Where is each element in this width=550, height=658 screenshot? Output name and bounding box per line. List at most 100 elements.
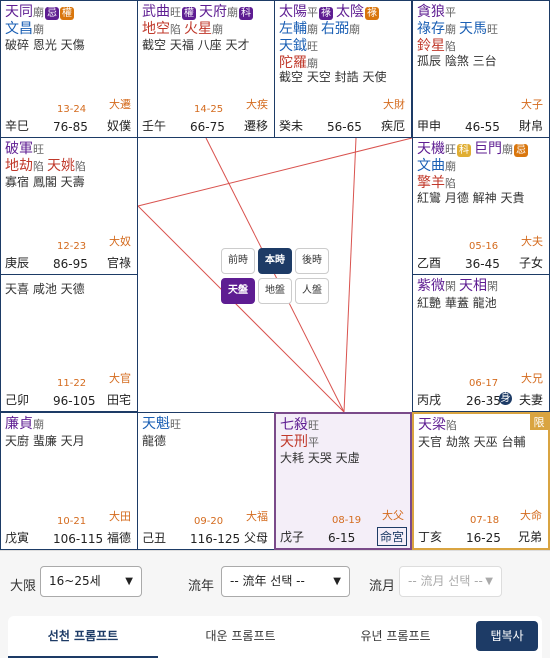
decade-label: 大遷 xyxy=(109,98,131,111)
copy-tab-button[interactable]: 탭복사 xyxy=(476,621,538,651)
star: 太陰祿 xyxy=(336,4,379,21)
decade-label: 大子 xyxy=(521,98,543,111)
star-name: 天姚 xyxy=(47,158,75,174)
star: 武曲旺權 xyxy=(142,4,196,21)
daxian-label: 大限 xyxy=(10,579,37,594)
limit-badge: 限 xyxy=(530,414,548,430)
star-brightness: 旺 xyxy=(170,418,181,431)
star-name: 貪狼 xyxy=(417,4,445,20)
liunian-label: 流年 xyxy=(188,579,215,594)
palace-name: 兄弟 xyxy=(517,530,542,544)
palace-name: 財帛 xyxy=(518,119,543,133)
palace-stars: 武曲旺權天府廟科地空陷 火星廟 xyxy=(142,4,272,38)
palace-stars: 破軍旺 地劫陷 天姚陷 xyxy=(5,141,135,175)
daxian-select[interactable]: 16~25세 ▼ xyxy=(40,566,142,597)
star-name: 紫微 xyxy=(417,278,445,294)
heaven-chart-button[interactable]: 天盤 xyxy=(221,278,255,304)
star-name: 七殺 xyxy=(280,417,308,433)
next-hour-button[interactable]: 後時 xyxy=(295,248,329,274)
age-range: 06-17 xyxy=(469,378,499,389)
ganzhi: 丙戌 xyxy=(417,393,442,407)
palace-chen[interactable]: 破軍旺 地劫陷 天姚陷 寡宿 鳳閣 天壽 12-23 大奴 庚辰 86-95 官祿 xyxy=(0,137,138,275)
star: 天鉞旺 xyxy=(279,38,318,55)
tab-decade-prompt[interactable]: 대운 프롬프트 xyxy=(158,616,323,658)
tab-annual-prompt[interactable]: 유년 프롬프트 xyxy=(323,616,468,658)
earth-chart-button[interactable]: 地盤 xyxy=(258,278,292,304)
palace-wei[interactable]: 太陽平祿太陰祿左輔廟 右弼廟 天鉞旺 陀羅廟 截空 天空 封誥 天使 大財 癸未 56-65 疾… xyxy=(274,0,412,138)
palace-xu[interactable]: 紫微閑 天相閑 紅艷 華蓋 龍池 06-17 大兄 丙戌 26-35 身夫妻 xyxy=(412,274,550,412)
daxian-value: 16~25세 xyxy=(49,574,101,588)
minor-stars: 龍德 xyxy=(142,434,167,448)
star-brightness: 旺 xyxy=(308,419,319,432)
star-brightness: 平 xyxy=(445,6,456,19)
age-range: 07-18 xyxy=(470,515,500,526)
decade-range: 56-65 xyxy=(327,120,362,134)
minor-stars: 紅鸞 月德 解神 天貴 xyxy=(417,191,525,205)
sihua-badge: 忌 xyxy=(45,7,59,20)
palace-name: 夫妻 xyxy=(518,393,543,407)
palace-you[interactable]: 天機旺科巨門廟忌文曲廟 擎羊陷 紅鸞 月德 解神 天貴 05-16 大夫 乙酉 36-45 子… xyxy=(412,137,550,275)
star-name: 祿存 xyxy=(417,21,445,37)
palace-shen[interactable]: 貪狼平 祿存廟 天馬旺 鈴星陷 孤辰 陰煞 三台 大子 甲申 46-55 財帛 xyxy=(412,0,550,138)
palace-zi[interactable]: 七殺旺 天刑平 大耗 天哭 天虛 08-19 大父 戊子 6-15 命宮 xyxy=(274,412,412,550)
palace-si[interactable]: 天同廟忌權文昌廟 破碎 恩光 天傷 13-24 大遷 辛巳 76-85 奴僕 xyxy=(0,0,138,138)
star-name: 破軍 xyxy=(5,141,33,157)
star-brightness: 陷 xyxy=(75,160,86,173)
ganzhi: 丁亥 xyxy=(418,530,443,544)
palace-yin[interactable]: 廉貞廟 天廚 蜚廉 天月 10-21 大田 戊寅 106-115 福德 xyxy=(0,412,138,550)
chevron-down-icon: ▼ xyxy=(333,576,341,587)
star-name: 天刑 xyxy=(280,434,308,450)
tab-bar: 선천 프롬프트 대운 프롬프트 유년 프롬프트 탭복사 xyxy=(8,616,542,658)
star-row: 天魁旺 xyxy=(142,416,272,433)
ganzhi: 己卯 xyxy=(5,393,30,407)
star: 天馬旺 xyxy=(459,21,498,38)
liunian-select[interactable]: -- 流年 선택 -- ▼ xyxy=(221,566,350,597)
minor-stars: 天廚 蜚廉 天月 xyxy=(5,434,85,448)
palace-name: 父母 xyxy=(243,531,268,545)
star-brightness: 廟 xyxy=(33,23,44,36)
star-brightness: 廟 xyxy=(227,6,238,19)
palace-chou[interactable]: 天魁旺 龍德 09-20 大福 己丑 116-125 父母 xyxy=(137,412,275,550)
star: 破軍旺 xyxy=(5,141,44,158)
star-name: 天相 xyxy=(459,278,487,294)
liuyue-select[interactable]: -- 流月 선택 -- ▼ xyxy=(399,566,502,597)
palace-mao[interactable]: 天喜 咸池 天德 11-22 大官 己卯 96-105 田宅 xyxy=(0,274,138,412)
prev-hour-button[interactable]: 前時 xyxy=(221,248,255,274)
ganzhi: 戊子 xyxy=(280,530,305,544)
star-name: 文曲 xyxy=(417,158,445,174)
age-range: 05-16 xyxy=(469,241,499,252)
shen-badge: 身 xyxy=(499,392,512,405)
star-row: 破軍旺 xyxy=(5,141,135,158)
star: 天魁旺 xyxy=(142,416,181,433)
liuyue-label: 流月 xyxy=(369,579,396,594)
ganzhi: 甲申 xyxy=(417,119,442,133)
star: 天同廟忌權 xyxy=(5,4,74,21)
star-name: 天馬 xyxy=(459,21,487,37)
star: 天機旺科 xyxy=(417,141,471,158)
palace-stars: 貪狼平 祿存廟 天馬旺 鈴星陷 xyxy=(417,4,547,55)
decade-range: 96-105 xyxy=(53,394,96,408)
star: 右弼廟 xyxy=(321,21,360,38)
palace-name: 遷移 xyxy=(243,119,268,133)
center-panel: 前時 本時 後時 天盤 地盤 人盤 xyxy=(138,138,412,412)
this-hour-button[interactable]: 本時 xyxy=(258,248,292,274)
star-row: 天同廟忌權 xyxy=(5,4,135,21)
star-row: 天機旺科巨門廟忌 xyxy=(417,141,547,158)
palace-wu[interactable]: 武曲旺權天府廟科地空陷 火星廟 截空 天福 八座 天才 14-25 大疾 壬午 66-75 遷… xyxy=(137,0,275,138)
decade-range: 116-125 xyxy=(190,532,241,546)
palace-hai[interactable]: 天梁陷 天官 劫煞 天巫 台輔 07-18 大命 丁亥 16-25 兄弟 限 xyxy=(412,412,550,550)
star-brightness: 陷 xyxy=(170,23,181,36)
star-brightness: 旺 xyxy=(445,143,456,156)
human-chart-button[interactable]: 人盤 xyxy=(295,278,329,304)
star-brightness: 平 xyxy=(307,6,318,19)
palace-stars: 天機旺科巨門廟忌文曲廟 擎羊陷 xyxy=(417,141,547,192)
star: 太陽平祿 xyxy=(279,4,333,21)
sihua-badge: 忌 xyxy=(514,144,528,157)
tab-natal-prompt[interactable]: 선천 프롬프트 xyxy=(8,616,158,658)
star-name: 地劫 xyxy=(5,158,33,174)
minor-stars: 截空 天空 封誥 天使 xyxy=(279,70,387,84)
liuyue-value: -- 流月 선택 -- xyxy=(408,574,483,588)
decade-label: 大財 xyxy=(383,98,405,111)
decade-label: 大父 xyxy=(382,509,404,522)
star-name: 天魁 xyxy=(142,416,170,432)
